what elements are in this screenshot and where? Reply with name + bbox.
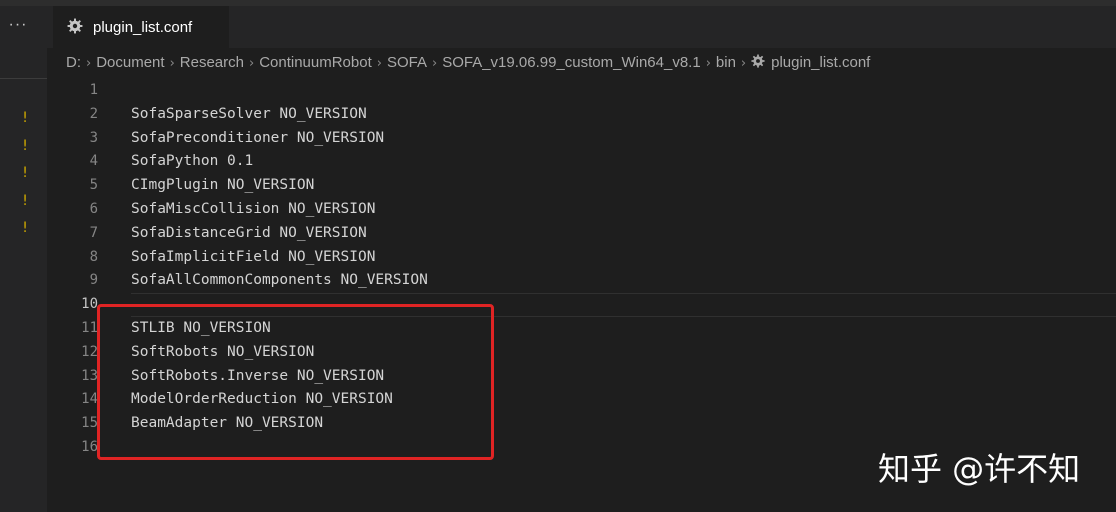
gear-icon	[751, 54, 765, 68]
line-text[interactable]: SofaPreconditioner NO_VERSION	[131, 126, 384, 150]
line-number: 9	[89, 272, 98, 289]
code-line[interactable]: 2 SofaSparseSolver NO_VERSION	[47, 102, 1116, 126]
warning-icon[interactable]: !	[20, 220, 30, 236]
chevron-right-icon: ›	[248, 56, 255, 71]
chevron-right-icon: ›	[431, 56, 438, 71]
line-text[interactable]: SofaMiscCollision NO_VERSION	[131, 197, 375, 221]
chevron-right-icon: ›	[169, 56, 175, 71]
chevron-right-icon: ›	[86, 56, 92, 71]
line-text[interactable]: CImgPlugin NO_VERSION	[131, 173, 314, 197]
line-number: 11	[81, 320, 98, 336]
code-line[interactable]: 9 SofaAllCommonComponents NO_VERSION	[47, 268, 1116, 292]
line-text[interactable]: SofaDistanceGrid NO_VERSION	[131, 221, 367, 245]
line-number: 13	[81, 367, 98, 384]
breadcrumb-file-label: plugin_list.conf	[771, 54, 871, 71]
breadcrumb-item-research[interactable]: Research	[180, 54, 244, 71]
warning-icon[interactable]: !	[20, 193, 30, 209]
line-number: 6	[89, 201, 98, 217]
breadcrumb-item-document[interactable]: Document	[96, 54, 164, 71]
code-line[interactable]: 8 SofaImplicitField NO_VERSION	[47, 245, 1116, 269]
chevron-right-icon: ›	[705, 56, 711, 71]
line-number: 7	[89, 224, 98, 241]
line-number: 2	[89, 105, 98, 122]
code-line[interactable]: 3 SofaPreconditioner NO_VERSION	[47, 126, 1116, 150]
code-line[interactable]: 6 SofaMiscCollision NO_VERSION	[47, 197, 1116, 221]
breadcrumb: D: › Document › Research › ContinuumRobot › SOFA…	[66, 54, 870, 74]
line-text[interactable]: SofaSparseSolver NO_VERSION	[131, 102, 367, 126]
activity-sidebar: ··· ! ! ! ! !	[0, 6, 47, 512]
sidebar-divider	[0, 78, 47, 79]
line-number: 3	[89, 129, 98, 146]
breadcrumb-item-drive[interactable]: D:	[66, 54, 81, 71]
code-line[interactable]: 7 SofaDistanceGrid NO_VERSION	[47, 221, 1116, 245]
tab-bar: plugin_list.conf	[47, 6, 1116, 48]
tab-plugin-list-conf[interactable]: plugin_list.conf	[53, 6, 229, 48]
gear-icon	[67, 18, 83, 34]
breadcrumb-item-sofa[interactable]: SOFA	[387, 54, 427, 71]
line-text[interactable]: SofaPython 0.1	[131, 149, 253, 173]
line-number: 12	[81, 343, 98, 360]
warning-icon[interactable]: !	[20, 110, 30, 126]
line-text[interactable]: SofaImplicitField NO_VERSION	[131, 245, 375, 269]
line-number: 8	[89, 248, 98, 265]
breadcrumb-item-file[interactable]: plugin_list.conf	[751, 54, 870, 71]
line-number: 10	[81, 296, 98, 313]
highlight-box	[97, 304, 494, 460]
chevron-right-icon: ›	[740, 56, 747, 71]
breadcrumb-item-sofa-build[interactable]: SOFA_v19.06.99_custom_Win64_v8.1	[442, 54, 701, 71]
line-number: 16	[81, 439, 98, 455]
watermark: 知乎 @许不知	[878, 450, 1081, 488]
line-number: 1	[89, 82, 98, 98]
more-actions-button[interactable]: ···	[0, 16, 36, 34]
warning-icon[interactable]: !	[20, 138, 30, 154]
tab-label: plugin_list.conf	[93, 19, 193, 36]
line-number: 14	[81, 391, 98, 408]
code-line[interactable]: 1	[47, 78, 1116, 102]
code-line[interactable]: 5 CImgPlugin NO_VERSION	[47, 173, 1116, 197]
line-number: 15	[81, 415, 98, 432]
line-number: 4	[89, 153, 98, 170]
warning-icon[interactable]: !	[20, 165, 30, 181]
code-line[interactable]: 4 SofaPython 0.1	[47, 149, 1116, 173]
breadcrumb-item-continuumrobot[interactable]: ContinuumRobot	[259, 54, 372, 71]
line-text[interactable]: SofaAllCommonComponents NO_VERSION	[131, 268, 428, 292]
breadcrumb-item-bin[interactable]: bin	[716, 54, 736, 71]
line-number: 5	[89, 177, 98, 194]
chevron-right-icon: ›	[376, 56, 382, 71]
